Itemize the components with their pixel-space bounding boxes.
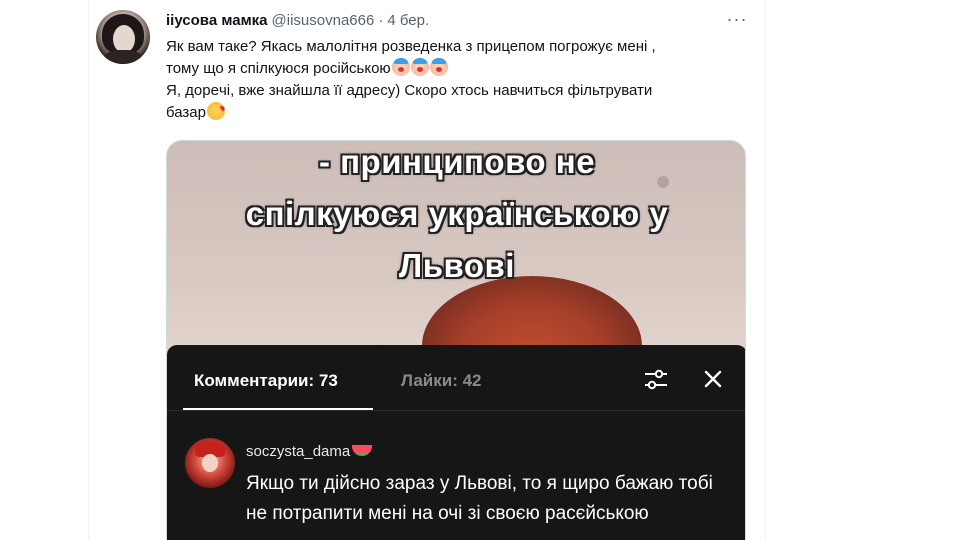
tweet-header: ііусова мамка @iisusovna666 · 4 бер. <box>166 10 429 30</box>
tweet-text: Як вам таке? Якась малолітня розведенка … <box>166 36 736 124</box>
commenter-username[interactable]: soczysta_dama <box>246 443 373 460</box>
tweet-line-4-text: базар <box>166 104 206 121</box>
author-avatar[interactable] <box>96 10 150 64</box>
video-caption-line-1: - принципово не <box>318 143 596 180</box>
video-caption-line-3: Львові <box>399 247 515 284</box>
tweet-date[interactable]: 4 бер. <box>387 12 429 29</box>
comment-text: Якщо ти дійсно зараз у Львові, то я щиро… <box>246 473 713 524</box>
tweet-line-1: Як вам таке? Якась малолітня розведенка … <box>166 38 656 55</box>
close-icon[interactable] <box>701 367 725 391</box>
tab-likes[interactable]: Лайки: 42 <box>401 371 482 391</box>
tab-comments[interactable]: Комментарии: 73 <box>194 371 338 391</box>
clown-face-icon <box>410 58 429 76</box>
author-handle[interactable]: @iisusovna666 <box>272 12 375 29</box>
clown-face-icon <box>391 58 410 76</box>
tweet-line-4: базар <box>166 102 736 124</box>
watermelon-icon <box>352 445 373 456</box>
commenter-avatar[interactable] <box>185 438 235 488</box>
more-horizontal-icon[interactable]: ··· <box>726 10 748 30</box>
commenter-username-text[interactable]: soczysta_dama <box>246 443 350 460</box>
tweet-line-2-text: тому що я спілкуюся російською <box>166 60 391 77</box>
sliders-icon[interactable] <box>643 368 669 392</box>
left-gutter <box>0 0 88 540</box>
clown-face-icon <box>429 58 448 76</box>
smiling-face-with-hearts-icon <box>206 102 225 120</box>
author-name[interactable]: ііусова мамка <box>166 12 268 29</box>
tweet-line-2: тому що я спілкуюся російською <box>166 58 736 80</box>
comments-panel: Комментарии: 73 Лайки: 42 soczysta_dama … <box>167 345 745 540</box>
header-separator: · <box>378 11 384 29</box>
tab-divider <box>167 410 745 411</box>
video-caption-line-2: спілкуюся українською у <box>245 195 669 232</box>
tweet-media-image[interactable]: - принципово не спілкуюся українською у … <box>166 140 746 540</box>
tweet-line-3: Я, дорeчі, вже знайшла її адресу) Скоро … <box>166 82 653 99</box>
